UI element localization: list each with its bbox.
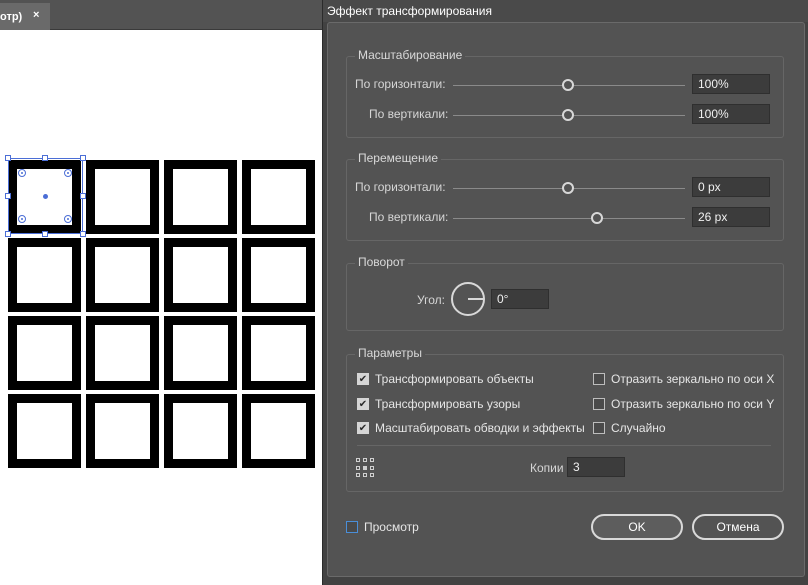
scale-group: Масштабирование По горизонтали: По верти… xyxy=(346,48,784,138)
selection-handle-icon[interactable] xyxy=(80,231,86,237)
square-tile[interactable] xyxy=(164,238,237,312)
checkbox-empty-icon xyxy=(593,373,605,385)
checkmark-icon: ✔ xyxy=(357,398,369,410)
transform-patterns-label: Трансформировать узоры xyxy=(375,397,521,411)
square-tile[interactable] xyxy=(86,394,159,468)
square-tile[interactable] xyxy=(8,394,81,468)
angle-label: Угол: xyxy=(417,293,445,307)
move-vertical-label: По вертикали: xyxy=(369,210,449,224)
ok-button[interactable]: OK xyxy=(591,514,683,540)
move-vertical-knob[interactable] xyxy=(591,212,603,224)
square-tile[interactable] xyxy=(86,316,159,390)
scale-vertical-label: По вертикали: xyxy=(369,107,449,121)
reflect-y-checkbox[interactable]: Отразить зеркально по оси Y xyxy=(593,397,774,411)
square-tile[interactable] xyxy=(164,160,237,234)
selection-handle-icon[interactable] xyxy=(42,231,48,237)
move-horizontal-label: По горизонтали: xyxy=(355,180,446,194)
scale-horizontal-input[interactable] xyxy=(692,74,770,94)
square-tile[interactable] xyxy=(8,238,81,312)
scale-vertical-knob[interactable] xyxy=(562,109,574,121)
copies-input[interactable] xyxy=(567,457,625,477)
dialog-title: Эффект трансформирования xyxy=(327,4,492,18)
square-tile[interactable] xyxy=(242,238,315,312)
square-tile[interactable] xyxy=(164,394,237,468)
options-divider xyxy=(357,445,771,446)
scale-legend: Масштабирование xyxy=(355,48,466,62)
angle-dial-icon[interactable] xyxy=(451,282,485,316)
corner-widget-icon[interactable] xyxy=(18,215,26,223)
transform-objects-checkbox[interactable]: ✔ Трансформировать объекты xyxy=(357,372,534,386)
document-tab[interactable]: отр) × xyxy=(0,3,50,30)
selection-handle-icon[interactable] xyxy=(80,155,86,161)
corner-widget-icon[interactable] xyxy=(64,215,72,223)
selection-handle-icon[interactable] xyxy=(42,155,48,161)
ok-button-label: OK xyxy=(628,520,646,534)
checkbox-empty-icon xyxy=(346,521,358,533)
square-tile[interactable] xyxy=(242,394,315,468)
scale-vertical-input[interactable] xyxy=(692,104,770,124)
transform-patterns-checkbox[interactable]: ✔ Трансформировать узоры xyxy=(357,397,520,411)
selection-handle-icon[interactable] xyxy=(5,155,11,161)
selection-handle-icon[interactable] xyxy=(5,193,11,199)
options-legend: Параметры xyxy=(355,346,425,360)
scale-horizontal-knob[interactable] xyxy=(562,79,574,91)
reflect-y-label: Отразить зеркально по оси Y xyxy=(611,397,775,411)
move-horizontal-knob[interactable] xyxy=(562,182,574,194)
rotate-group: Поворот Угол: xyxy=(346,255,784,331)
options-group: Параметры ✔ Трансформировать объекты ✔ Т… xyxy=(346,346,784,492)
preview-checkbox[interactable]: Просмотр xyxy=(346,520,419,534)
random-checkbox[interactable]: Случайно xyxy=(593,421,666,435)
random-label: Случайно xyxy=(611,421,666,435)
selection-handle-icon[interactable] xyxy=(5,231,11,237)
move-legend: Перемещение xyxy=(355,151,441,165)
move-vertical-slider[interactable] xyxy=(453,218,685,219)
document-tab-label: отр) xyxy=(0,10,23,23)
square-tile[interactable] xyxy=(242,316,315,390)
move-vertical-input[interactable] xyxy=(692,207,770,227)
reflect-x-checkbox[interactable]: Отразить зеркально по оси X xyxy=(593,372,774,386)
corner-widget-icon[interactable] xyxy=(64,169,72,177)
checkbox-empty-icon xyxy=(593,422,605,434)
checkmark-icon: ✔ xyxy=(357,422,369,434)
cancel-button[interactable]: Отмена xyxy=(692,514,784,540)
square-tile[interactable] xyxy=(86,238,159,312)
selection-handle-icon[interactable] xyxy=(80,193,86,199)
reflect-x-label: Отразить зеркально по оси X xyxy=(611,372,775,386)
reference-point-icon[interactable] xyxy=(356,458,376,478)
square-tile[interactable] xyxy=(242,160,315,234)
angle-input[interactable] xyxy=(491,289,549,309)
transform-effect-dialog: Эффект трансформирования Масштабирование… xyxy=(322,0,808,585)
checkmark-icon: ✔ xyxy=(357,373,369,385)
dialog-body: Масштабирование По горизонтали: По верти… xyxy=(327,22,805,577)
move-horizontal-input[interactable] xyxy=(692,177,770,197)
square-tile[interactable] xyxy=(164,316,237,390)
preview-label: Просмотр xyxy=(364,520,419,534)
cancel-button-label: Отмена xyxy=(716,520,760,534)
center-point-icon xyxy=(43,194,48,199)
dialog-titlebar[interactable]: Эффект трансформирования xyxy=(323,0,808,22)
document-tab-bar: отр) × xyxy=(0,0,322,30)
square-tile[interactable] xyxy=(86,160,159,234)
scale-strokes-checkbox[interactable]: ✔ Масштабировать обводки и эффекты xyxy=(357,421,585,435)
close-icon[interactable]: × xyxy=(33,9,39,21)
checkbox-empty-icon xyxy=(593,398,605,410)
scale-horizontal-label: По горизонтали: xyxy=(355,77,446,91)
corner-widget-icon[interactable] xyxy=(18,169,26,177)
copies-label: Копии xyxy=(530,461,564,475)
square-tile[interactable] xyxy=(8,316,81,390)
scale-strokes-label: Масштабировать обводки и эффекты xyxy=(375,421,585,435)
move-group: Перемещение По горизонтали: По вертикали… xyxy=(346,151,784,241)
rotate-legend: Поворот xyxy=(355,255,408,269)
transform-objects-label: Трансформировать объекты xyxy=(375,372,534,386)
